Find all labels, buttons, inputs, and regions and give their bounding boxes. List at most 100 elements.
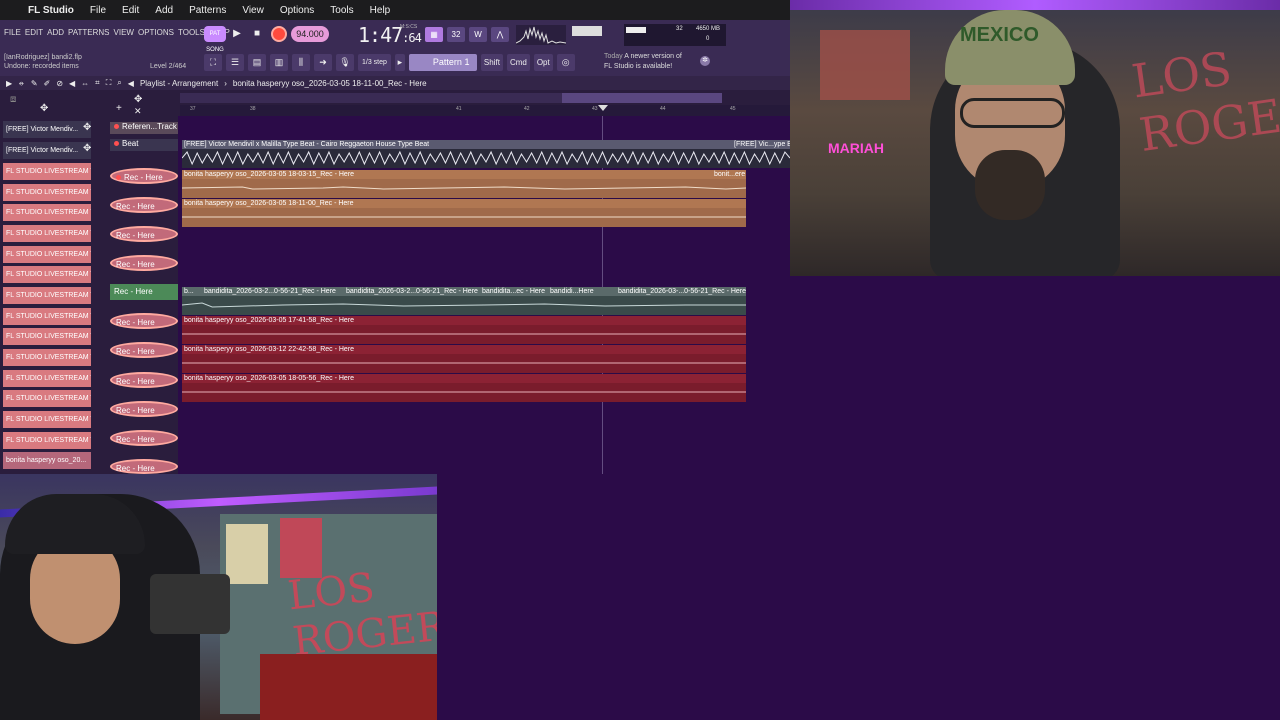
audio-clip[interactable]: bonita hasperyy oso_2026-03-05 18-03-15_… <box>182 170 746 198</box>
piano-roll-icon[interactable]: ▤ <box>248 53 266 71</box>
picker-item[interactable]: [FREE] Victor Mendiv... <box>3 142 91 159</box>
picker-add-icon[interactable]: ✥ <box>83 122 91 133</box>
picker-item[interactable]: FL STUDIO LIVESTREAM T... <box>3 390 91 407</box>
select-icon[interactable]: ⛶ <box>106 78 112 88</box>
delete-icon[interactable]: ⊘ <box>56 79 63 88</box>
track-header[interactable]: Beat <box>110 139 178 151</box>
app-name-menu[interactable]: FL Studio <box>28 5 74 16</box>
menu-help[interactable]: Help <box>370 5 391 16</box>
horizontal-scrollbar[interactable] <box>180 93 722 103</box>
add-track-icon[interactable]: + <box>116 103 122 114</box>
slice-icon[interactable]: ⌗ <box>95 78 100 88</box>
record-arm-icon[interactable] <box>116 175 121 180</box>
picker-item[interactable]: FL STUDIO LIVESTREAM T... <box>3 411 91 428</box>
play-icon[interactable]: ▶ <box>229 26 245 42</box>
picker-item[interactable]: FL STUDIO LIVESTREAM T... <box>3 225 91 242</box>
tempo-display[interactable]: 94.000 <box>291 26 329 42</box>
fl-menu-edit[interactable]: EDIT <box>25 28 43 37</box>
channel-rack-icon[interactable]: ▥ <box>270 53 288 71</box>
zoom-icon[interactable]: ⌕ <box>117 78 121 88</box>
fl-menu-options[interactable]: OPTIONS <box>138 28 174 37</box>
playlist-icon[interactable]: ☰ <box>226 53 244 71</box>
record-button[interactable] <box>271 26 287 42</box>
news-gear-icon[interactable]: ✲ <box>700 56 710 66</box>
menu-view[interactable]: View <box>242 5 264 16</box>
fl-menu-patterns[interactable]: PATTERNS <box>68 28 109 37</box>
track-header[interactable]: Rec - Here <box>110 255 178 271</box>
move-icon[interactable]: ✥ <box>40 103 48 114</box>
record-arm-icon[interactable] <box>114 141 119 146</box>
fl-menu-add[interactable]: ADD <box>47 28 64 37</box>
fl-menu-tools[interactable]: TOOLS <box>178 28 205 37</box>
shift-button[interactable]: Shift <box>480 53 503 71</box>
audio-clip[interactable]: b... bandidita_2026-03-2...0-56-21_Rec -… <box>182 287 746 315</box>
audio-clip[interactable]: bonita hasperyy oso_2026-03-05 18-11-00_… <box>182 199 746 227</box>
track-header[interactable]: Rec - Here <box>110 168 178 184</box>
menu-add[interactable]: Add <box>155 5 173 16</box>
menu-tools[interactable]: Tools <box>330 5 353 16</box>
browser-icon[interactable]: ➜ <box>314 53 332 71</box>
pattern-picker-icon[interactable]: ⧈ <box>10 94 16 105</box>
picker-item[interactable]: FL STUDIO LIVESTREAM T... <box>3 204 91 221</box>
picker-item[interactable]: FL STUDIO LIVESTREAM T... <box>3 432 91 449</box>
record-arm-icon[interactable] <box>114 124 119 129</box>
news-icon[interactable]: ◎ <box>556 53 575 71</box>
picker-item[interactable]: [FREE] Victor Mendiv... <box>3 121 91 138</box>
mixer-icon[interactable]: ⫼ <box>292 53 310 71</box>
playback-icon[interactable]: ◀ <box>128 79 134 88</box>
slip-icon[interactable]: ⇔ <box>81 79 89 88</box>
audio-clip[interactable]: bonita hasperyy oso_2026-03-05 17-41-58_… <box>182 316 746 344</box>
track-header[interactable]: Rec - Here <box>110 197 178 213</box>
picker-add-icon[interactable]: ✥ <box>83 143 91 154</box>
magnet-icon[interactable]: ⦵ <box>18 78 25 88</box>
audio-clip[interactable]: bonita hasperyy oso_2026-03-12 22-42-58_… <box>182 345 746 373</box>
pattern-arrow-icon[interactable]: ▸ <box>394 53 405 71</box>
playhead-marker[interactable] <box>598 105 608 111</box>
step-edit-icon[interactable]: 32 <box>447 27 465 42</box>
track-header[interactable]: Rec - Here <box>110 372 178 388</box>
playlist-arrangement[interactable]: [FREE] Victor Mendivil x Malilla Type Be… <box>180 116 790 474</box>
snap-icon[interactable]: ⛶ <box>204 53 222 71</box>
picker-item[interactable]: FL STUDIO LIVESTREAM T... <box>3 308 91 325</box>
track-header[interactable]: Rec - Here <box>110 313 178 329</box>
picker-item[interactable]: FL STUDIO LIVESTREAM T... <box>3 328 91 345</box>
track-header[interactable]: Rec - Here <box>110 284 178 300</box>
picker-item[interactable]: FL STUDIO LIVESTREAM T... <box>3 287 91 304</box>
cmd-button[interactable]: Cmd <box>506 53 530 71</box>
wait-icon[interactable]: W <box>469 27 487 42</box>
fl-menu-view[interactable]: VIEW <box>114 28 134 37</box>
track-move-icon[interactable]: ✥ <box>134 94 142 105</box>
timeline-ruler[interactable]: 37 38 41 42 43 44 45 <box>180 105 790 116</box>
pat-song-toggle[interactable]: PAT SONG <box>204 26 226 53</box>
picker-item[interactable]: bonita hasperyy oso_20... <box>3 452 91 469</box>
microphone-icon[interactable]: 🎙 <box>336 53 354 71</box>
master-volume-slider[interactable] <box>572 26 602 36</box>
stop-icon[interactable]: ■ <box>249 26 265 42</box>
track-header[interactable]: Rec - Here <box>110 459 178 474</box>
fl-menu-file[interactable]: FILE <box>4 28 21 37</box>
mute-icon[interactable]: ◀ <box>69 79 75 88</box>
menu-patterns[interactable]: Patterns <box>189 5 226 16</box>
audio-clip[interactable]: [FREE] Victor Mendivil x Malilla Type Be… <box>182 140 790 168</box>
menu-file[interactable]: File <box>90 5 106 16</box>
picker-item[interactable]: FL STUDIO LIVESTREAM T... <box>3 163 91 180</box>
audio-clip[interactable]: bonita hasperyy oso_2026-03-05 18-05-56_… <box>182 374 746 402</box>
picker-item[interactable]: FL STUDIO LIVESTREAM T... <box>3 184 91 201</box>
track-header[interactable]: Rec - Here <box>110 342 178 358</box>
menu-options[interactable]: Options <box>280 5 314 16</box>
metronome-icon[interactable]: ⋀ <box>491 27 509 42</box>
opt-button[interactable]: Opt <box>533 53 553 71</box>
track-header[interactable]: Referen...Track <box>110 122 178 134</box>
step-selector[interactable]: 1/3 step <box>358 53 391 71</box>
track-header[interactable]: Rec - Here <box>110 401 178 417</box>
playlist-menu-icon[interactable]: ▶ <box>6 79 12 88</box>
paint-icon[interactable]: ✐ <box>44 79 51 88</box>
news-panel[interactable]: Today A newer version of FL Studio is av… <box>604 52 682 72</box>
picker-item[interactable]: FL STUDIO LIVESTREAM T... <box>3 246 91 263</box>
picker-item[interactable]: FL STUDIO LIVESTREAM T... <box>3 266 91 283</box>
picker-item[interactable]: FL STUDIO LIVESTREAM T... <box>3 349 91 366</box>
scrollbar-thumb[interactable] <box>562 93 722 103</box>
picker-item[interactable]: FL STUDIO LIVESTREAM T... <box>3 370 91 387</box>
draw-icon[interactable]: ✎ <box>31 79 38 88</box>
track-header[interactable]: Rec - Here <box>110 430 178 446</box>
